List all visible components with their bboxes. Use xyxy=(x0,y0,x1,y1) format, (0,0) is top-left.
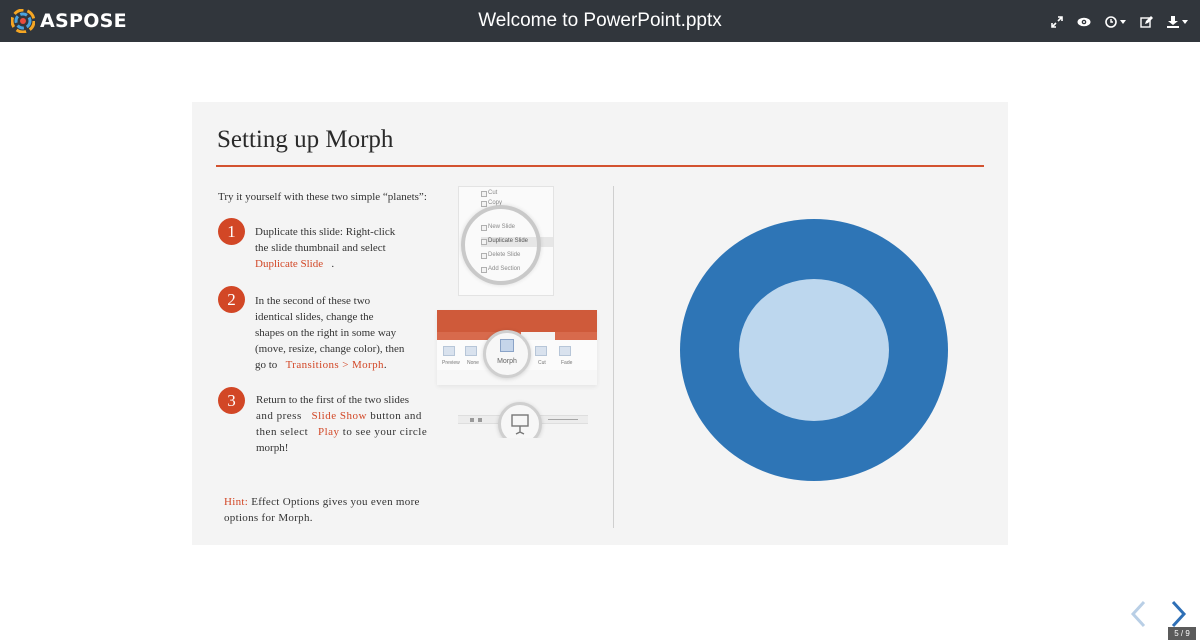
fade-transition-icon xyxy=(559,346,571,356)
hint-label: Hint: xyxy=(224,496,249,508)
expand-arrows-icon xyxy=(1051,16,1063,28)
preview-icon xyxy=(443,346,455,356)
step-2-line-3: shapes on the right in some way xyxy=(255,327,397,339)
cut-icon xyxy=(481,191,487,197)
step-1-line-3: Duplicate Slide . xyxy=(255,256,430,272)
step-2-text: In the second of these two identical sli… xyxy=(255,293,435,373)
step-3-number: 3 xyxy=(218,387,245,414)
column-divider xyxy=(613,186,614,528)
hint-line-2: options for Morph. xyxy=(224,512,313,524)
step-1-line-1: Duplicate this slide: Right-click xyxy=(255,226,396,238)
hint-text: Hint: Effect Options gives you even more… xyxy=(224,494,434,526)
slide-title: Setting up Morph xyxy=(217,126,394,153)
step-3-and-press: and press xyxy=(256,410,302,422)
title-divider xyxy=(216,165,984,167)
chevron-down-icon xyxy=(1182,20,1188,24)
none-transition-icon xyxy=(465,346,477,356)
ribbon-label-fade: Fade xyxy=(561,360,573,366)
history-dropdown[interactable] xyxy=(1105,16,1126,28)
download-dropdown[interactable] xyxy=(1167,16,1188,28)
step-2-line-2: identical slides, change the xyxy=(255,311,374,323)
intro-text: Try it yourself with these two simple “p… xyxy=(218,191,427,203)
morph-highlight: Morph xyxy=(483,330,531,378)
eye-icon xyxy=(1077,17,1091,27)
top-bar: ASPOSE Welcome to PowerPoint.pptx xyxy=(0,0,1200,42)
slide-show-link: Slide Show xyxy=(311,410,367,422)
ribbon-title-bar xyxy=(437,310,597,332)
ribbon-label-preview: Preview xyxy=(442,360,460,366)
ribbon-screenshot: Preview None Cut Fade Morph xyxy=(437,310,597,385)
step-3-button-and: button and xyxy=(370,410,422,422)
step-1-line-2: the slide thumbnail and select xyxy=(255,242,386,254)
magnifier-ring xyxy=(461,205,541,285)
step-2-number: 2 xyxy=(218,286,245,313)
ribbon-label-cut: Cut xyxy=(538,360,546,366)
document-title: Welcome to PowerPoint.pptx xyxy=(478,10,722,31)
step-2-line-4: (move, resize, change color), then xyxy=(255,343,405,355)
slide-canvas: Setting up Morph Try it yourself with th… xyxy=(192,102,1008,545)
slide-show-highlight xyxy=(498,402,542,438)
step-1-number: 1 xyxy=(218,218,245,245)
ribbon-label-none: None xyxy=(467,360,479,366)
transitions-morph-link: Transitions > Morph xyxy=(285,359,384,371)
edit-button[interactable] xyxy=(1140,16,1153,28)
status-icon xyxy=(470,418,474,422)
chevron-right-icon xyxy=(1171,600,1187,628)
copy-icon xyxy=(481,201,487,207)
step-2-tail: . xyxy=(383,359,387,371)
status-bar-screenshot xyxy=(458,398,588,438)
view-button[interactable] xyxy=(1077,17,1091,27)
hint-body: Effect Options gives you even more xyxy=(251,496,420,508)
step-3-see-circle: to see your circle xyxy=(342,426,428,438)
clock-icon xyxy=(1105,16,1117,28)
step-3-line-2: and press Slide Show button and xyxy=(256,408,436,424)
status-icon xyxy=(478,418,482,422)
step-3-line-4: morph! xyxy=(256,442,289,454)
step-2-line-1: In the second of these two xyxy=(255,295,371,307)
chevron-left-icon xyxy=(1130,600,1146,628)
hint-line-1: Hint: Effect Options gives you even more xyxy=(224,494,434,510)
download-icon xyxy=(1167,16,1179,28)
inner-circle xyxy=(739,279,889,421)
step-3-line-1: Return to the first of the two slides xyxy=(256,394,410,406)
planet-donut-shape xyxy=(680,219,948,481)
step-3-text: Return to the first of the two slides an… xyxy=(256,392,436,456)
page-indicator: 5 / 9 xyxy=(1168,627,1196,640)
step-3-then-select: then select xyxy=(256,426,309,438)
step-2-line-5: go to Transitions > Morph. xyxy=(255,357,435,373)
step-1-tail: . xyxy=(331,258,335,270)
zoom-slider xyxy=(548,419,578,420)
chevron-down-icon xyxy=(1120,20,1126,24)
step-1-text: Duplicate this slide: Right-click the sl… xyxy=(255,224,430,272)
step-3-line-3: then select Play to see your circle xyxy=(256,424,436,440)
duplicate-slide-link: Duplicate Slide xyxy=(255,258,324,270)
fullscreen-button[interactable] xyxy=(1051,16,1063,28)
context-menu-screenshot: Cut Copy New Slide Duplicate Slide Delet… xyxy=(458,186,554,296)
morph-icon xyxy=(500,339,514,352)
menu-item-cut: Cut xyxy=(488,190,498,196)
edit-icon xyxy=(1140,16,1153,28)
previous-slide-button[interactable] xyxy=(1129,600,1147,633)
toolbar xyxy=(1037,11,1188,33)
cut-transition-icon xyxy=(535,346,547,356)
slide-show-icon xyxy=(511,414,529,435)
morph-label: Morph xyxy=(497,358,517,365)
play-link: Play xyxy=(317,426,340,438)
step-2-go-to: go to xyxy=(255,359,278,371)
